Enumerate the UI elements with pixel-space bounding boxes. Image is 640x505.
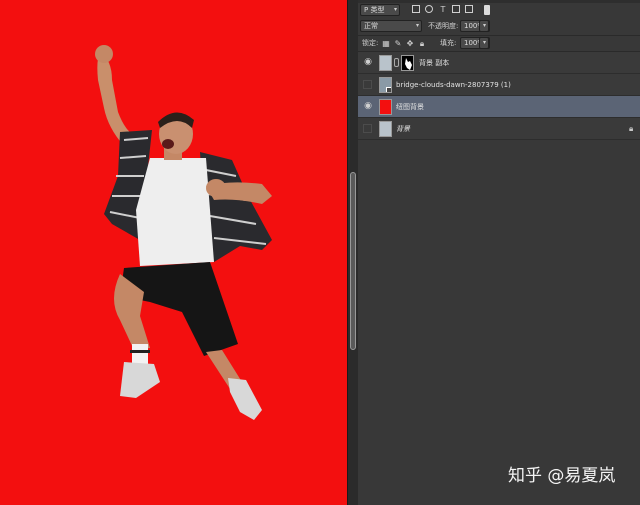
photoshop-window: P 类型 ▾ T 正常 ▾ 不透明度: 100% ▾ 锁定: ▦ ✎ ✥ 🔒︎ 填充… — [0, 0, 640, 505]
scrollbar-thumb[interactable] — [350, 172, 356, 350]
layer-name: bridge-clouds-dawn-2807379 (1) — [396, 81, 511, 89]
opacity-label: 不透明度: — [428, 22, 459, 30]
layer-name: 背景 — [396, 125, 410, 133]
chevron-down-icon: ▾ — [415, 22, 419, 29]
mask-silhouette — [405, 58, 412, 70]
document-canvas[interactable] — [0, 0, 347, 505]
chevron-down-icon: ▾ — [482, 22, 486, 29]
visibility-eye-icon[interactable]: ◉ — [363, 57, 373, 67]
layer-mask-thumbnail[interactable] — [401, 55, 414, 71]
lock-image-pixels-icon[interactable]: ✎ — [394, 39, 402, 48]
jumping-man-image — [95, 45, 272, 420]
layers-panel: P 类型 ▾ T 正常 ▾ 不透明度: 100% ▾ 锁定: ▦ ✎ ✥ 🔒︎ 填充… — [358, 0, 640, 505]
fill-dropdown-button[interactable]: ▾ — [479, 37, 489, 49]
filter-toggle[interactable] — [484, 5, 490, 15]
panel-tab-strip — [358, 0, 640, 3]
layer-row[interactable]: 背景 🔒︎ — [358, 118, 640, 140]
lock-label: 锁定: — [362, 39, 379, 47]
visibility-toggle-empty[interactable] — [363, 80, 372, 89]
lock-position-icon[interactable]: ✥ — [406, 39, 414, 48]
image-filter-icon[interactable] — [412, 5, 420, 13]
canvas-vertical-scrollbar[interactable] — [347, 0, 358, 505]
watermark-text: 知乎 @易夏岚 — [508, 466, 616, 486]
lock-all-icon[interactable]: 🔒︎ — [418, 39, 426, 48]
lock-row: 锁定: ▦ ✎ ✥ 🔒︎ 填充: 100% ▾ — [358, 37, 640, 50]
visibility-toggle-empty[interactable] — [363, 124, 372, 133]
layer-filter-row: P 类型 ▾ T — [358, 4, 640, 17]
lock-transparent-pixels-icon[interactable]: ▦ — [382, 39, 390, 48]
layer-row[interactable]: ◉ 背景 副本 — [358, 52, 640, 74]
blend-mode-select[interactable]: 正常 ▾ — [360, 20, 422, 32]
lock-icon: 🔒︎ — [629, 124, 634, 133]
layer-row[interactable]: ◉ 纽图背景 — [358, 96, 640, 118]
mask-link-icon[interactable] — [394, 58, 399, 67]
smart-object-filter-icon[interactable] — [465, 5, 473, 13]
shape-filter-icon[interactable] — [452, 5, 460, 13]
divider — [358, 35, 640, 36]
fill-label: 填充: — [440, 39, 457, 47]
chevron-down-icon: ▾ — [393, 6, 397, 13]
layer-name: 背景 副本 — [419, 59, 450, 67]
adjustment-filter-icon[interactable] — [425, 5, 433, 13]
layer-thumbnail — [379, 99, 392, 115]
chevron-down-icon: ▾ — [482, 39, 486, 46]
smart-object-icon — [386, 87, 391, 92]
filter-kind-select[interactable]: P 类型 ▾ — [360, 4, 400, 16]
layer-row[interactable]: bridge-clouds-dawn-2807379 (1) — [358, 74, 640, 96]
layer-thumbnail — [379, 77, 392, 93]
layer-thumbnail — [379, 55, 392, 71]
layer-thumbnail — [379, 121, 392, 137]
layer-name: 纽图背景 — [396, 103, 424, 111]
visibility-eye-icon[interactable]: ◉ — [363, 101, 373, 111]
opacity-dropdown-button[interactable]: ▾ — [479, 20, 489, 32]
type-filter-icon[interactable]: T — [438, 5, 448, 15]
blend-row: 正常 ▾ 不透明度: 100% ▾ — [358, 20, 640, 33]
